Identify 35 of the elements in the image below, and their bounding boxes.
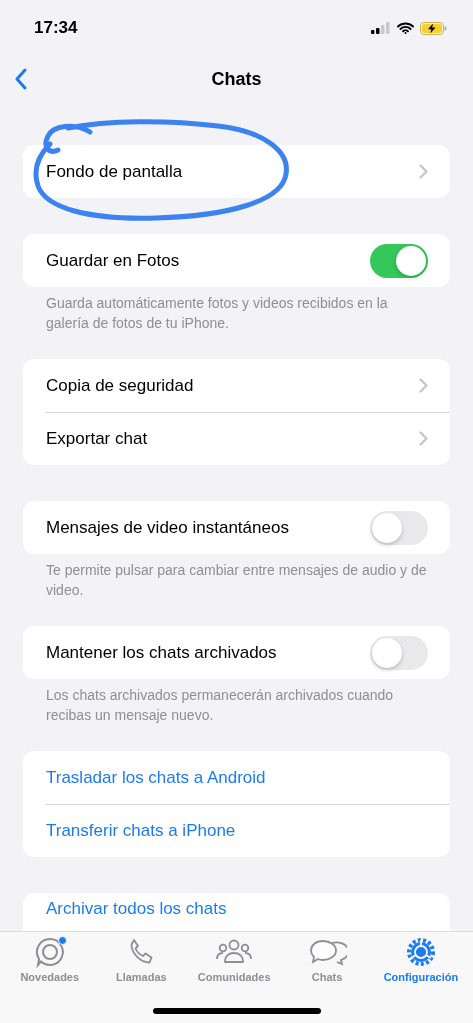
screen-title: Chats <box>211 68 262 90</box>
tab[interactable]: Configuración <box>383 936 459 983</box>
speech-bubbles-icon <box>307 937 348 967</box>
row-label: Mantener los chats archivados <box>46 642 277 663</box>
chevron-right-icon <box>419 431 428 446</box>
section-footer: Los chats archivados permanecerán archivados cuando recibas un mensaje nuevo. <box>23 679 450 725</box>
settings-row[interactable]: Copia de seguridad <box>23 359 450 412</box>
chevron-right-icon <box>419 378 428 393</box>
toggle-switch[interactable] <box>370 510 428 545</box>
row-label: Guardar en Fotos <box>46 250 180 271</box>
tab[interactable]: Chats <box>292 936 363 983</box>
tab[interactable]: Novedades <box>14 936 85 983</box>
tab[interactable]: Comunidades <box>197 936 271 983</box>
section-footer: Te permite pulsar para cambiar entre mensajes de audio y de video. <box>23 554 450 600</box>
section-footer: Guarda automáticamente fotos y videos recibidos en la galería de fotos de tu iPhone. <box>23 287 450 333</box>
signal-icon <box>371 22 391 34</box>
back-chevron-icon <box>14 68 28 90</box>
action-link[interactable]: Transferir chats a iPhone <box>23 804 450 857</box>
wifi-icon <box>397 22 414 34</box>
action-link[interactable]: Archivar todos los chats <box>23 893 450 931</box>
gear-icon <box>404 936 437 968</box>
tab[interactable]: Llamadas <box>106 936 177 983</box>
settings-row[interactable]: Fondo de pantalla <box>23 145 450 198</box>
toggle-switch[interactable] <box>370 635 428 670</box>
settings-row[interactable]: Exportar chat <box>23 412 450 465</box>
row-label: Exportar chat <box>46 428 148 449</box>
row-label: Mensajes de video instantáneos <box>46 517 289 538</box>
status-ring-icon <box>33 936 66 968</box>
battery-icon <box>420 21 447 35</box>
clock: 17:34 <box>34 17 78 38</box>
action-link[interactable]: Trasladar los chats a Android <box>23 751 450 804</box>
row-label: Fondo de pantalla <box>46 161 183 182</box>
toggle-switch[interactable] <box>370 243 428 278</box>
chevron-right-icon <box>419 164 428 179</box>
row-label: Copia de seguridad <box>46 375 194 396</box>
